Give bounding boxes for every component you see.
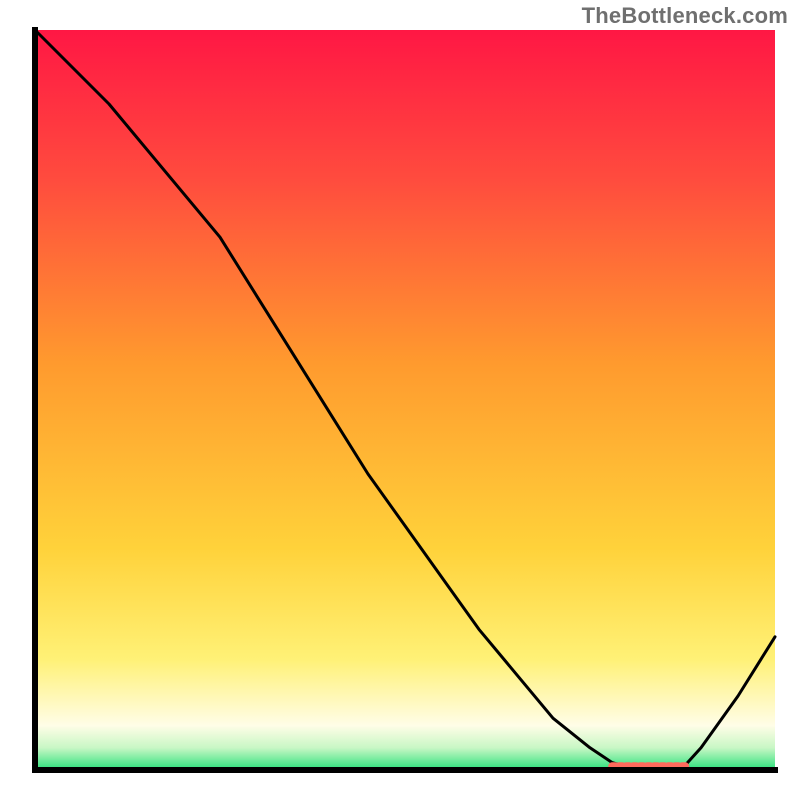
plot-area bbox=[35, 30, 775, 770]
gradient-background bbox=[35, 30, 775, 770]
watermark-text: TheBottleneck.com bbox=[582, 3, 788, 29]
chart-container: TheBottleneck.com bbox=[0, 0, 800, 800]
bottleneck-curve-chart bbox=[0, 0, 800, 800]
